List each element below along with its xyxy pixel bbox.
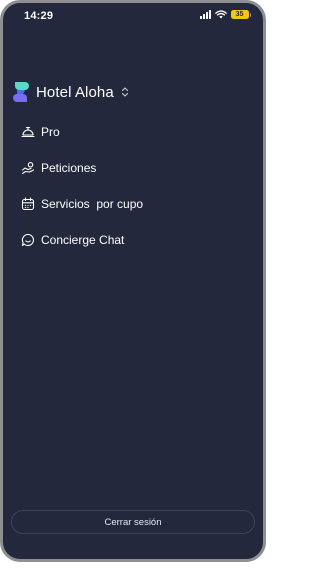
chevron-up-down-icon: [121, 87, 128, 97]
nav-item-servicios-por-cupo[interactable]: Servicios por cupo: [21, 193, 143, 215]
cellular-signal-icon: [199, 10, 211, 19]
nav-item-peticiones[interactable]: Peticiones: [21, 157, 143, 179]
nav-item-pro[interactable]: Pro: [21, 121, 143, 143]
hotel-name: Hotel Aloha: [36, 83, 114, 101]
phone-frame: 14:29 35 Hotel Aloha Pro Peticiones Serv…: [0, 0, 266, 562]
calendar-icon: [21, 197, 35, 211]
chat-bubble-icon: [21, 233, 34, 247]
battery-icon: 35: [230, 10, 251, 19]
nav-item-concierge-chat[interactable]: Concierge Chat: [21, 229, 143, 251]
nav-label-peticiones: Peticiones: [41, 161, 97, 175]
brand-logo-icon: [13, 82, 29, 102]
concierge-bell-icon: [21, 127, 35, 138]
handshake-icon: [21, 162, 35, 175]
nav-label-servicios-por-cupo: Servicios por cupo: [41, 197, 144, 211]
status-icons: 35: [199, 10, 251, 19]
battery-level: 35: [230, 10, 249, 19]
nav-label-pro: Pro: [41, 125, 60, 139]
nav-label-concierge-chat: Concierge Chat: [41, 233, 125, 247]
logout-button[interactable]: Cerrar sesión: [11, 510, 255, 534]
wifi-icon: [214, 10, 227, 19]
status-time: 14:29: [24, 10, 54, 22]
main-nav: Pro Peticiones Servicios por cupo Concie…: [21, 121, 143, 251]
status-bar: 14:29 35: [3, 3, 263, 31]
hotel-switcher[interactable]: Hotel Aloha: [12, 81, 129, 103]
